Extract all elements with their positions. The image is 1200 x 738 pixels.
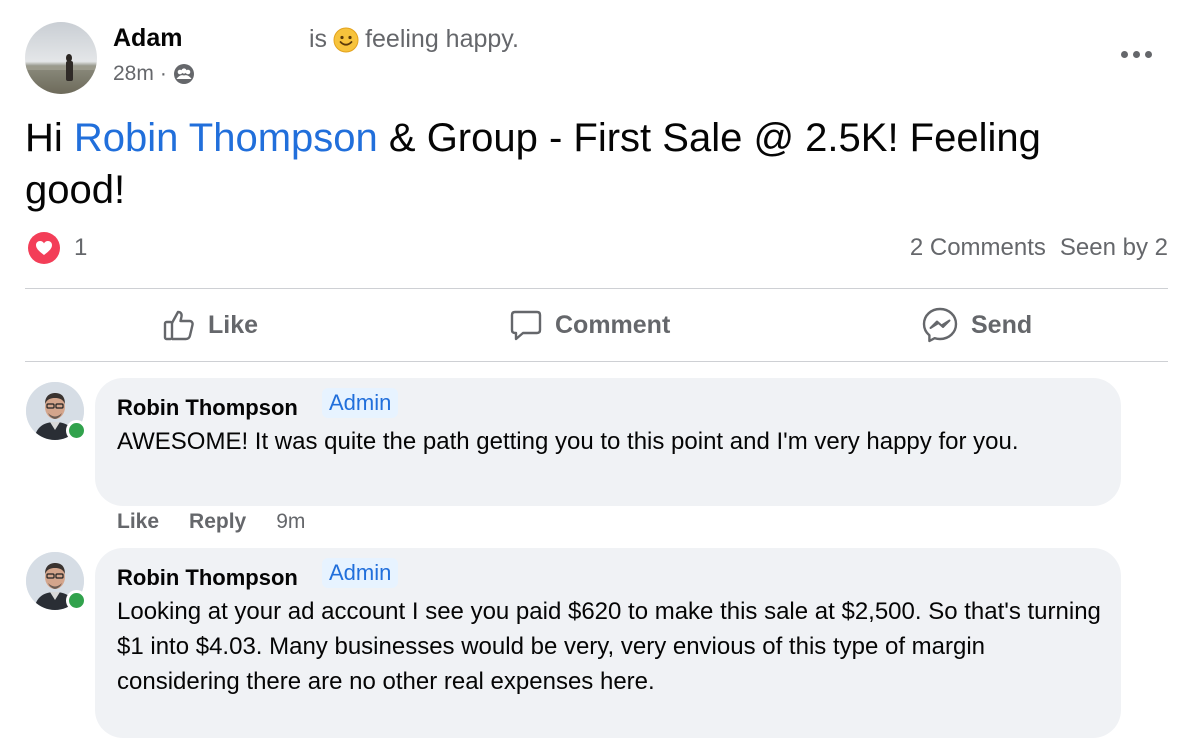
divider — [25, 361, 1168, 362]
comment-like-link[interactable]: Like — [117, 510, 159, 534]
post-time[interactable]: 28m — [113, 62, 154, 86]
thumbs-up-icon — [162, 308, 196, 342]
post-meta: 28m · — [113, 62, 195, 86]
commenter-avatar[interactable] — [26, 382, 87, 441]
feeling-status: is feeling happy. — [309, 25, 519, 54]
comment-author[interactable]: Robin Thompson — [117, 395, 298, 421]
post-stats: 1 2 Comments Seen by 2 — [25, 230, 1168, 270]
admin-badge: Admin — [322, 388, 399, 418]
send-button[interactable]: Send — [921, 289, 1032, 361]
commenter-avatar[interactable] — [26, 552, 87, 611]
seen-by-link[interactable]: Seen by 2 — [1060, 234, 1168, 262]
comment-bubble-icon — [509, 308, 543, 342]
comment-time[interactable]: 9m — [276, 510, 305, 534]
comment-author[interactable]: Robin Thompson — [117, 565, 298, 591]
feeling-prefix: is — [309, 25, 328, 53]
like-label: Like — [208, 310, 259, 339]
post-author-name[interactable]: Adam — [113, 24, 182, 53]
author-avatar[interactable] — [25, 22, 97, 94]
comment-bubble: Robin Thompson Admin Looking at your ad … — [95, 548, 1121, 738]
comment-actions: Like Reply 9m — [117, 510, 305, 534]
post-body: Hi Robin Thompson & Group - First Sale @… — [25, 112, 1125, 216]
reaction-summary[interactable]: 1 — [28, 232, 87, 264]
more-options-icon[interactable] — [1116, 44, 1156, 64]
post-header: Adam is feeling happy. 28m · — [0, 0, 1200, 110]
online-status-indicator — [66, 420, 87, 441]
comment-item: Robin Thompson Admin Looking at your ad … — [0, 548, 1200, 738]
meta-separator: · — [159, 62, 167, 85]
comment-item: Robin Thompson Admin AWESOME! It was qui… — [0, 378, 1200, 538]
send-label: Send — [971, 310, 1033, 339]
comments-count-link[interactable]: 2 Comments — [910, 234, 1046, 262]
action-bar: Like Comment Send — [25, 289, 1168, 361]
comment-text: AWESOME! It was quite the path getting y… — [117, 428, 1019, 455]
admin-badge: Admin — [322, 558, 399, 588]
comment-button[interactable]: Comment — [509, 289, 670, 361]
online-status-indicator — [66, 590, 87, 611]
group-icon — [173, 63, 195, 85]
comment-label: Comment — [555, 310, 671, 339]
feeling-text: feeling happy. — [365, 25, 519, 53]
smiley-face-icon — [333, 27, 359, 53]
reaction-count: 1 — [74, 234, 88, 261]
comment-bubble: Robin Thompson Admin AWESOME! It was qui… — [95, 378, 1121, 506]
like-button[interactable]: Like — [162, 289, 258, 361]
post-text-prefix: Hi — [25, 116, 74, 160]
heart-reaction-icon — [28, 232, 60, 264]
comment-reply-link[interactable]: Reply — [189, 510, 246, 534]
messenger-icon — [921, 306, 959, 344]
mention-link[interactable]: Robin Thompson — [74, 116, 378, 160]
comment-text: Looking at your ad account I see you pai… — [117, 598, 1101, 695]
